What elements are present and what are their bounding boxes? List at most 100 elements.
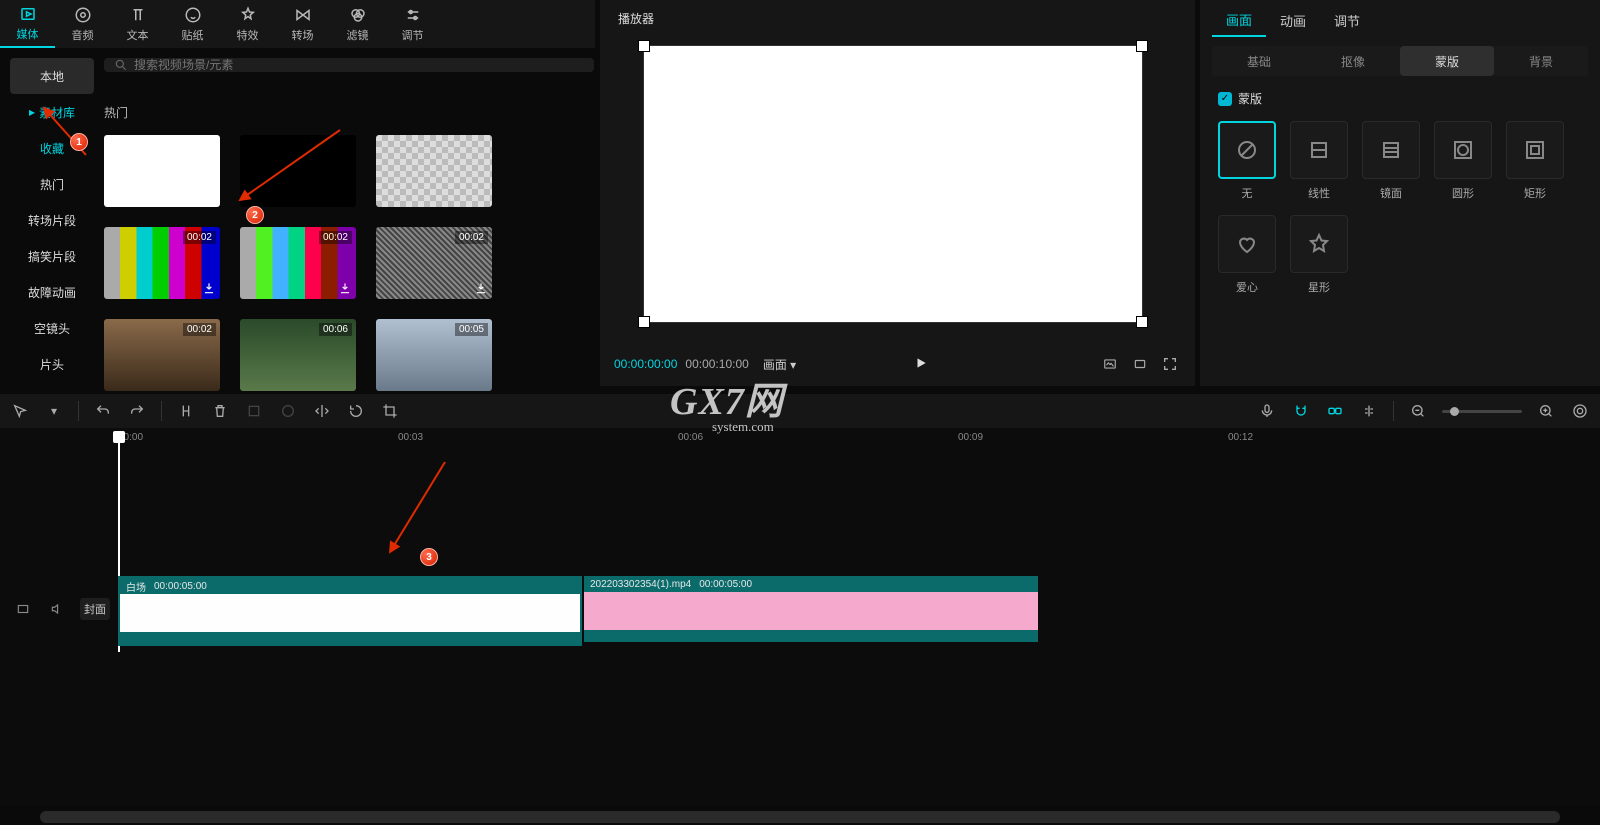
- crop-button[interactable]: [380, 401, 400, 421]
- rotate-button[interactable]: [346, 401, 366, 421]
- bottom-scrollbar[interactable]: [40, 811, 1560, 823]
- split-button[interactable]: [176, 401, 196, 421]
- tab-filter[interactable]: 滤镜: [330, 0, 385, 48]
- resize-handle[interactable]: [1137, 41, 1147, 51]
- sidebar-glitch[interactable]: 故障动画: [10, 274, 94, 310]
- sidebar-funny-seg[interactable]: 搞笑片段: [10, 238, 94, 274]
- subtab-basic[interactable]: 基础: [1212, 46, 1306, 76]
- thumb-transparent[interactable]: [376, 135, 492, 207]
- cover-button[interactable]: 封面: [80, 598, 110, 620]
- track-mute[interactable]: [46, 598, 68, 620]
- search-box[interactable]: [104, 58, 594, 72]
- tab-transition[interactable]: 转场: [275, 0, 330, 48]
- tab-adjust-label: 调节: [402, 27, 424, 43]
- subtab-background[interactable]: 背景: [1494, 46, 1588, 76]
- text-icon: [129, 6, 147, 24]
- timeline-clip-1[interactable]: 白场00:00:05:00: [118, 576, 582, 646]
- fullscreen-icon[interactable]: [1159, 356, 1181, 372]
- player-title: 播放器: [618, 10, 654, 27]
- mask-circle[interactable]: 圆形: [1434, 121, 1492, 201]
- duration-badge: 00:06: [319, 323, 352, 336]
- tab-sticker[interactable]: 贴纸: [165, 0, 220, 48]
- link-icon[interactable]: [1325, 401, 1345, 421]
- mask-mirror[interactable]: 镜面: [1362, 121, 1420, 201]
- track-toggle-1[interactable]: [12, 598, 34, 620]
- crop-disabled: [244, 401, 264, 421]
- video-preview[interactable]: [644, 46, 1142, 322]
- annotation-dot-1: 1: [70, 133, 88, 151]
- search-input[interactable]: [134, 58, 584, 72]
- mask-none[interactable]: 无: [1218, 121, 1276, 201]
- sidebar-empty-shot[interactable]: 空镜头: [10, 310, 94, 346]
- download-icon[interactable]: [338, 281, 352, 295]
- resize-handle[interactable]: [639, 41, 649, 51]
- duration-badge: 00:02: [183, 323, 216, 336]
- magnet-icon[interactable]: [1291, 401, 1311, 421]
- thumb-bars-2[interactable]: 00:02: [240, 227, 356, 299]
- mirror-button[interactable]: [312, 401, 332, 421]
- sidebar-local[interactable]: 本地: [10, 58, 94, 94]
- mask-checkbox[interactable]: ✓: [1218, 92, 1232, 106]
- duration-badge: 00:05: [455, 323, 488, 336]
- sidebar-transition-seg[interactable]: 转场片段: [10, 202, 94, 238]
- effect-icon: [239, 6, 257, 24]
- tab-text[interactable]: 文本: [110, 0, 165, 48]
- tab-effect-label: 特效: [237, 27, 259, 43]
- cursor-tool[interactable]: [10, 401, 30, 421]
- fit-button[interactable]: [1570, 401, 1590, 421]
- scope-icon[interactable]: [1099, 356, 1121, 372]
- right-tab-animation[interactable]: 动画: [1266, 5, 1320, 36]
- adjust-icon: [404, 6, 422, 24]
- tab-media[interactable]: 媒体: [0, 0, 55, 48]
- download-icon[interactable]: [474, 281, 488, 295]
- time-total: 00:00:10:00: [685, 357, 748, 371]
- media-icon: [19, 5, 37, 23]
- mask-heart[interactable]: 爱心: [1218, 215, 1276, 295]
- redo-button[interactable]: [127, 401, 147, 421]
- annotation-dot-3: 3: [420, 548, 438, 566]
- right-tab-adjust[interactable]: 调节: [1320, 5, 1374, 36]
- mask-rect[interactable]: 矩形: [1506, 121, 1564, 201]
- undo-button[interactable]: [93, 401, 113, 421]
- clip-duration: 00:00:05:00: [154, 581, 207, 592]
- sidebar-library[interactable]: ▸素材库: [10, 94, 94, 130]
- chevron-down-icon[interactable]: ▾: [44, 401, 64, 421]
- filter-icon: [349, 6, 367, 24]
- watermark: GX7网 system.com: [670, 370, 784, 435]
- ratio-icon[interactable]: [1129, 356, 1151, 372]
- tab-adjust[interactable]: 调节: [385, 0, 440, 48]
- tab-media-label: 媒体: [17, 26, 39, 42]
- tab-effect[interactable]: 特效: [220, 0, 275, 48]
- duration-badge: 00:02: [319, 231, 352, 244]
- zoom-slider[interactable]: [1442, 410, 1522, 413]
- section-title-hot: 热门: [104, 104, 594, 121]
- zoom-out-button[interactable]: [1408, 401, 1428, 421]
- thumb-black[interactable]: [240, 135, 356, 207]
- sidebar-hot[interactable]: 热门: [10, 166, 94, 202]
- zoom-in-button[interactable]: [1536, 401, 1556, 421]
- right-tab-picture[interactable]: 画面: [1212, 4, 1266, 37]
- annotation-dot-2: 2: [246, 206, 264, 224]
- mask-linear[interactable]: 线性: [1290, 121, 1348, 201]
- thumb-noise[interactable]: 00:02: [376, 227, 492, 299]
- subtab-mask[interactable]: 蒙版: [1400, 46, 1494, 76]
- sidebar-opener[interactable]: 片头: [10, 346, 94, 382]
- audio-icon: [74, 6, 92, 24]
- timeline-clip-2[interactable]: 202203302354(1).mp400:00:05:00: [584, 576, 1038, 646]
- play-button[interactable]: [914, 356, 928, 373]
- thumb-clip-3[interactable]: 00:05: [376, 319, 492, 391]
- preview-cut-icon[interactable]: [1359, 401, 1379, 421]
- subtab-cutout[interactable]: 抠像: [1306, 46, 1400, 76]
- thumb-white[interactable]: [104, 135, 220, 207]
- thumb-clip-2[interactable]: 00:06: [240, 319, 356, 391]
- timeline-ruler[interactable]: 00:00 00:03 00:06 00:09 00:12: [118, 432, 1590, 450]
- resize-handle[interactable]: [1137, 317, 1147, 327]
- thumb-clip-1[interactable]: 00:02: [104, 319, 220, 391]
- delete-button[interactable]: [210, 401, 230, 421]
- download-icon[interactable]: [202, 281, 216, 295]
- mask-star[interactable]: 星形: [1290, 215, 1348, 295]
- tab-audio[interactable]: 音频: [55, 0, 110, 48]
- mic-icon[interactable]: [1257, 401, 1277, 421]
- thumb-bars-1[interactable]: 00:02: [104, 227, 220, 299]
- resize-handle[interactable]: [639, 317, 649, 327]
